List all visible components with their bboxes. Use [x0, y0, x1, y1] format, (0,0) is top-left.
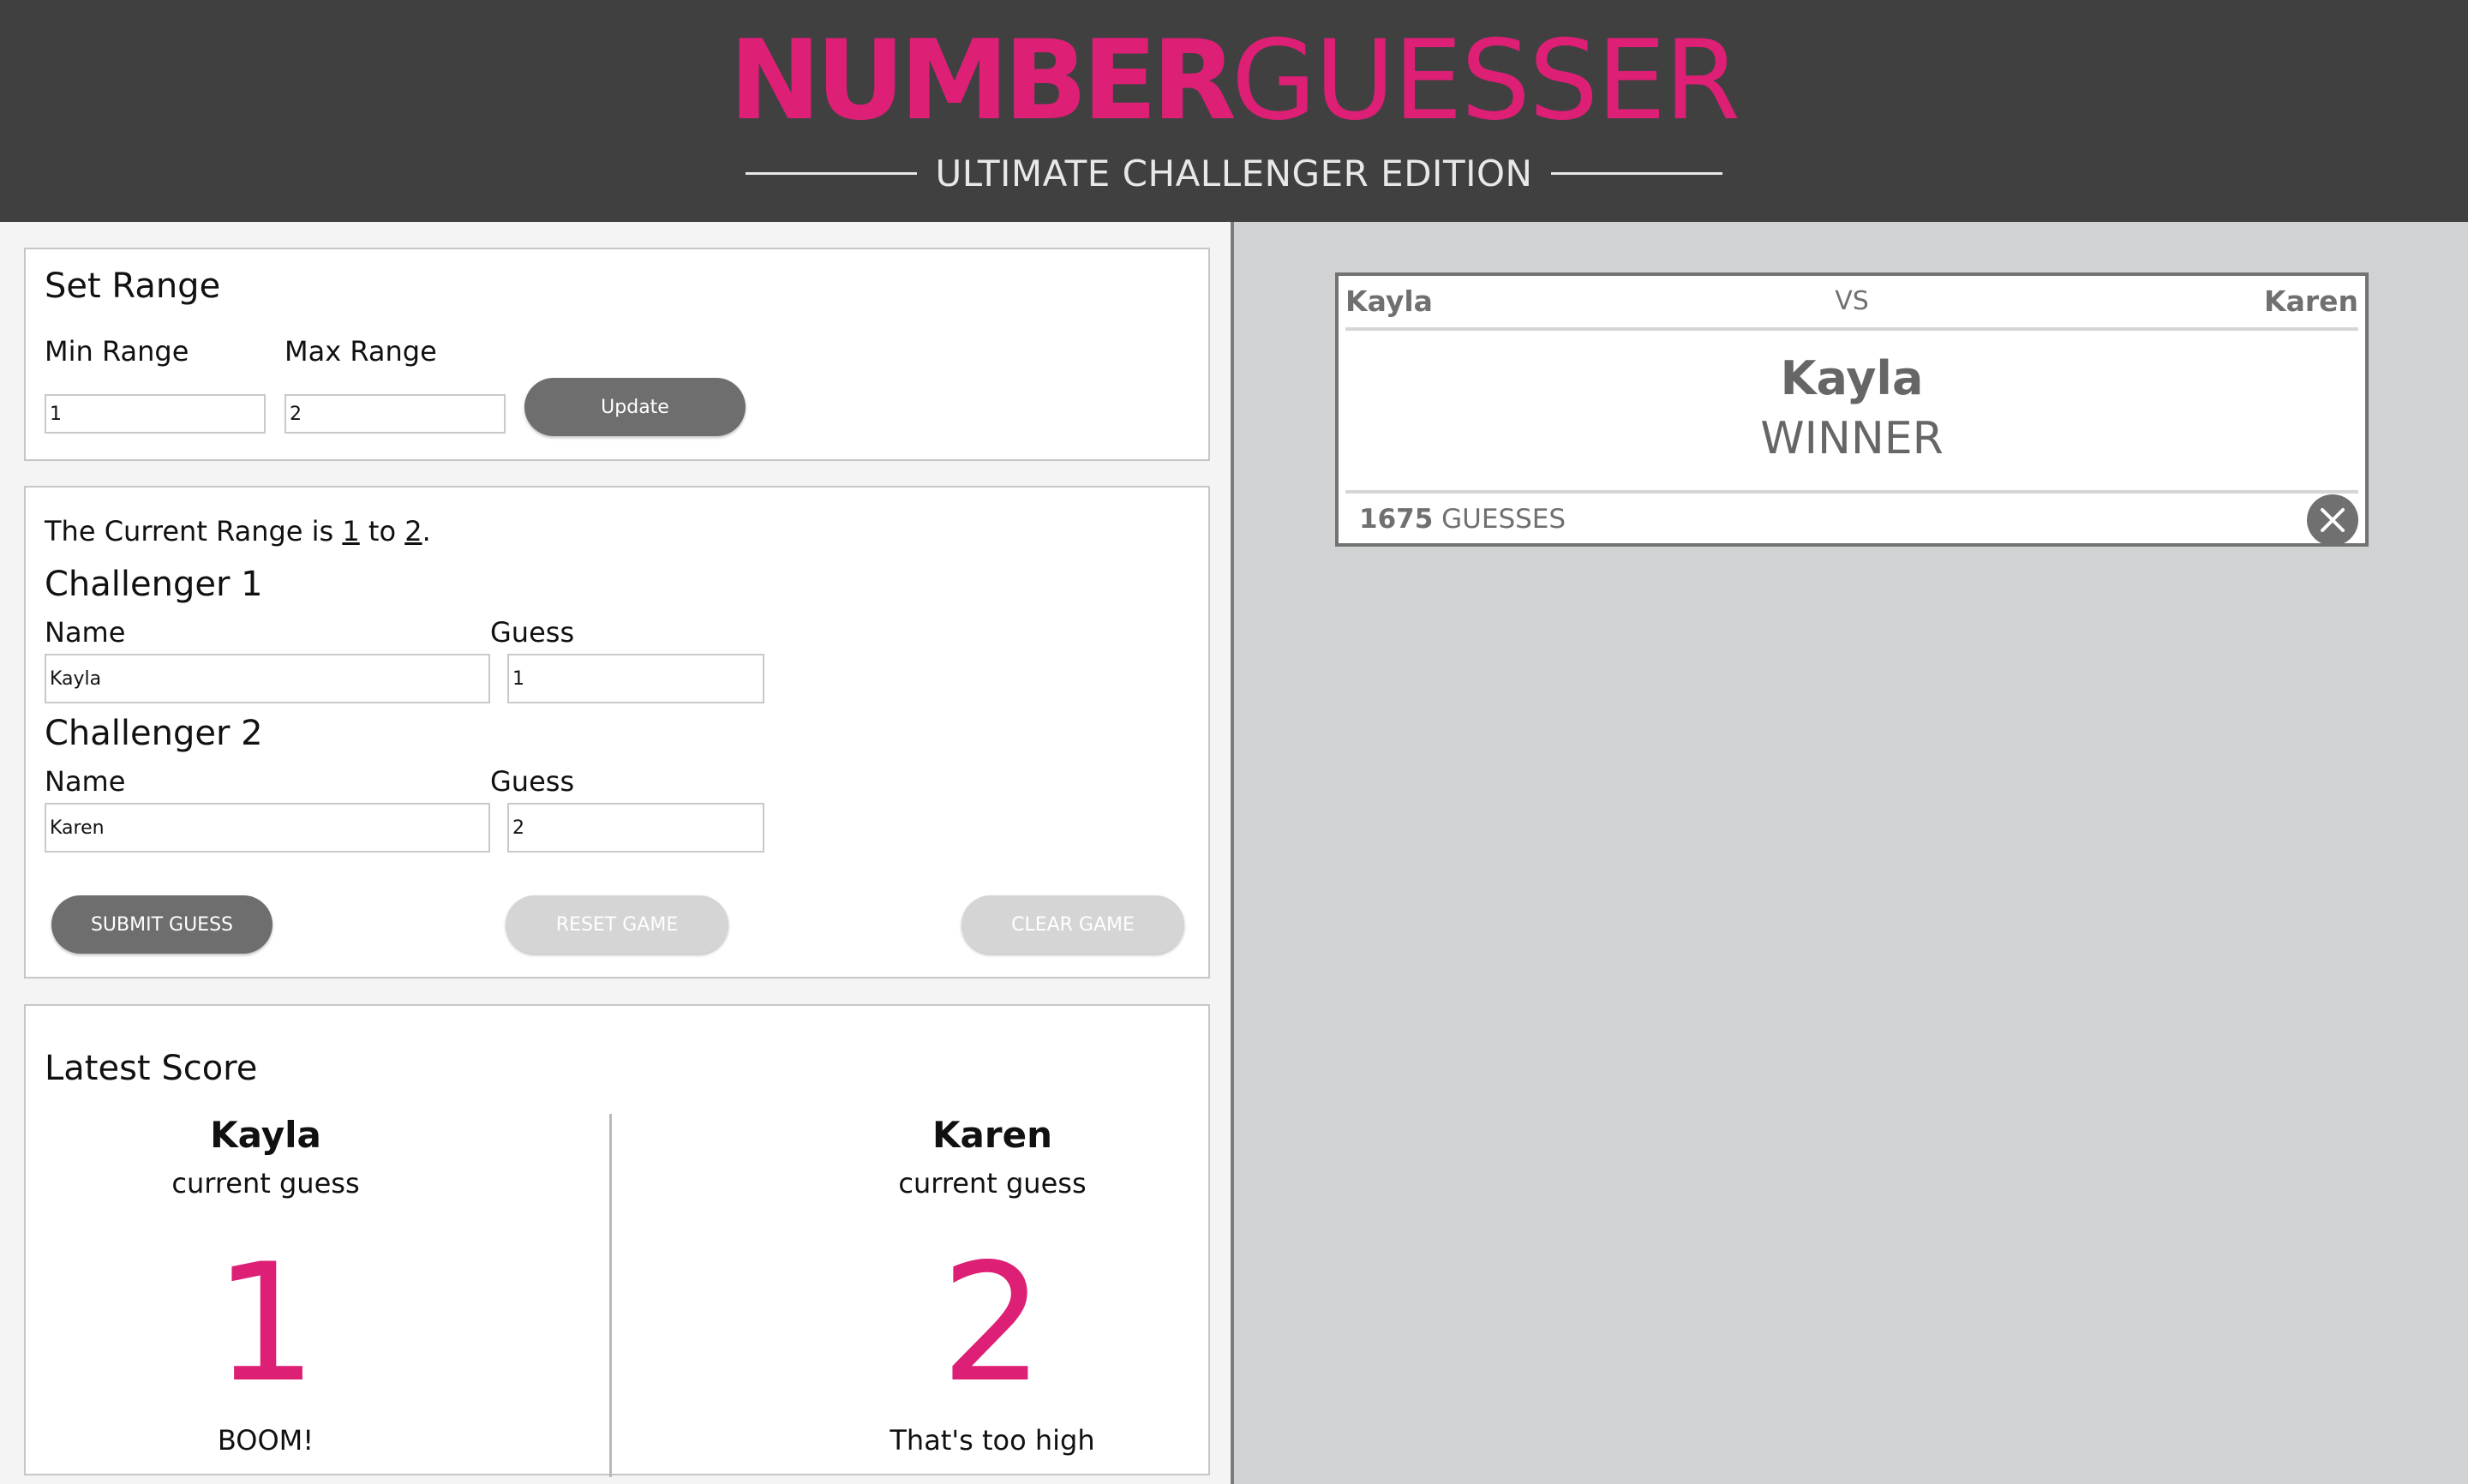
min-range-label: Min Range: [45, 335, 189, 368]
score-player-2-guess: 2: [940, 1229, 1045, 1418]
winner-name: Kayla: [1780, 351, 1924, 405]
current-range-max: 2: [404, 515, 422, 548]
winner-label: WINNER: [1760, 413, 1944, 464]
left-panel: Set Range Min Range Max Range Update The…: [0, 222, 1234, 1484]
subtitle-rule-left: [745, 171, 917, 175]
challenger-2-name-input[interactable]: [45, 803, 490, 853]
challenger-2-title: Challenger 2: [45, 714, 263, 753]
subtitle-row: ULTIMATE CHALLENGER EDITION: [0, 149, 2468, 197]
challenger-1-guess-label: Guess: [490, 616, 575, 649]
max-range-label: Max Range: [285, 335, 437, 368]
update-button[interactable]: Update: [524, 378, 746, 436]
set-range-card: Set Range Min Range Max Range Update: [24, 248, 1210, 461]
score-player-1-guess: 1: [213, 1229, 318, 1418]
max-range-input[interactable]: [285, 394, 506, 434]
close-x-glyph: [2321, 508, 2345, 532]
challenger-1-guess-input[interactable]: [507, 654, 764, 703]
reset-game-button[interactable]: RESET GAME: [506, 895, 728, 954]
submit-guess-button[interactable]: SUBMIT GUESS: [51, 895, 273, 954]
challenger-1-title: Challenger 1: [45, 565, 263, 604]
current-range-suffix: .: [422, 515, 431, 548]
logo-guesser: GUESSER: [1231, 17, 1740, 145]
score-divider: [609, 1114, 612, 1477]
current-range-min: 1: [342, 515, 360, 548]
guess-count-text: 1675 GUESSES: [1359, 504, 1566, 535]
guess-count: 1675: [1359, 504, 1434, 535]
challenger-2-guess-label: Guess: [490, 765, 575, 798]
current-range-middle: to: [359, 515, 405, 548]
latest-score-title: Latest Score: [45, 1049, 258, 1088]
subtitle-rule-right: [1551, 171, 1723, 175]
result-card: Kayla VS Karen Kayla WINNER 1675 GUESSES: [1335, 272, 2369, 547]
challenger-2-name-label: Name: [45, 765, 126, 798]
current-range-prefix: The Current Range is: [45, 515, 343, 548]
guess-count-label: GUESSES: [1441, 504, 1566, 535]
score-player-2-name: Karen: [932, 1114, 1052, 1156]
challenger-1-name-label: Name: [45, 616, 126, 649]
app-logo: NUMBERGUESSER: [0, 17, 2468, 146]
score-player-1-name: Kayla: [210, 1114, 321, 1156]
set-range-title: Set Range: [45, 266, 221, 306]
current-range-text: The Current Range is 1 to 2.: [45, 515, 431, 548]
score-player-2-message: That's too high: [890, 1424, 1095, 1457]
logo-number: NUMBER: [728, 17, 1237, 145]
latest-score-card: Latest Score Kayla current guess 1 BOOM!…: [24, 1004, 1210, 1477]
result-card-footer: 1675 GUESSES: [1345, 490, 2358, 547]
score-player-1-caption: current guess: [171, 1167, 360, 1200]
min-range-input[interactable]: [45, 394, 266, 434]
score-player-1-message: BOOM!: [217, 1424, 314, 1457]
challengers-card: The Current Range is 1 to 2. Challenger …: [24, 486, 1210, 978]
result-player-2: Karen: [2264, 284, 2358, 318]
challenger-1-name-input[interactable]: [45, 654, 490, 703]
close-icon[interactable]: [2307, 494, 2358, 546]
result-card-header: Kayla VS Karen: [1345, 276, 2358, 331]
score-player-2-caption: current guess: [898, 1167, 1087, 1200]
app-header: NUMBERGUESSER ULTIMATE CHALLENGER EDITIO…: [0, 0, 2468, 222]
clear-game-button[interactable]: CLEAR GAME: [961, 895, 1184, 954]
app-subtitle: ULTIMATE CHALLENGER EDITION: [935, 152, 1533, 194]
challenger-2-guess-input[interactable]: [507, 803, 764, 853]
result-vs: VS: [1835, 286, 1869, 316]
